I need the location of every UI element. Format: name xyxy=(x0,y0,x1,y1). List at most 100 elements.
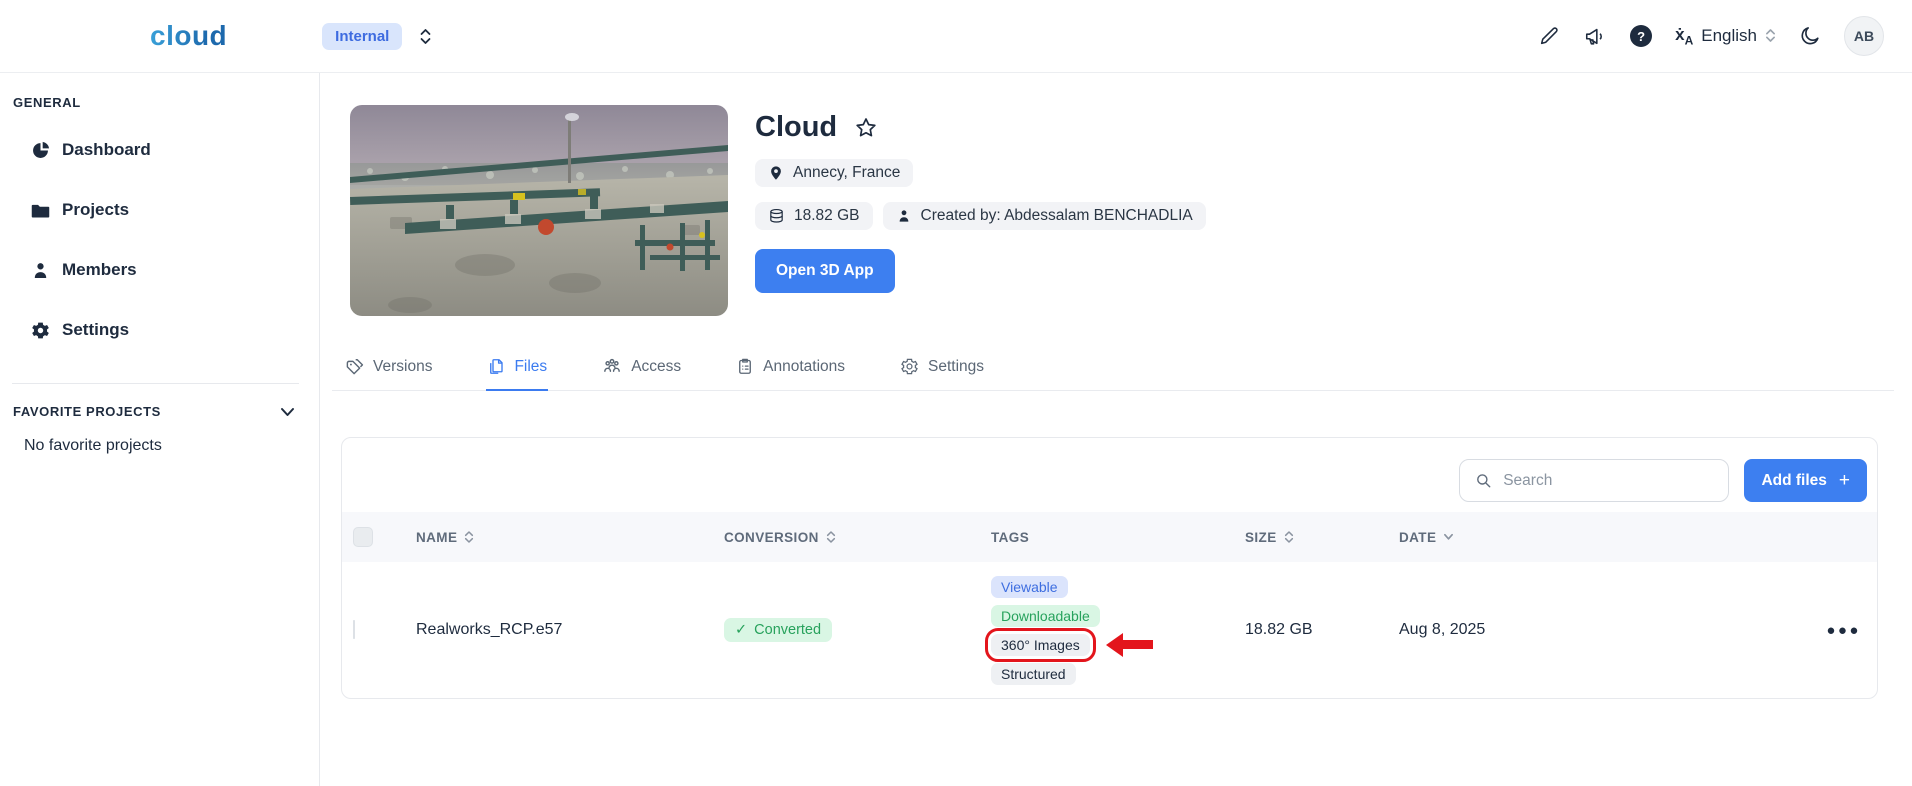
table-row[interactable]: Realworks_RCP.e57 ✓ Converted Viewable D… xyxy=(342,562,1877,698)
person-icon xyxy=(30,260,51,281)
avatar[interactable]: AB xyxy=(1844,16,1884,56)
creator-text: Created by: Abdessalam BENCHADLIA xyxy=(921,207,1193,225)
gear-icon xyxy=(30,320,51,341)
announcements-icon[interactable] xyxy=(1583,25,1607,47)
sidebar-section-general: GENERAL xyxy=(0,95,319,110)
creator-chip: Created by: Abdessalam BENCHADLIA xyxy=(883,202,1206,230)
column-header-size[interactable]: SIZE xyxy=(1233,530,1387,545)
tab-label: Settings xyxy=(928,358,984,376)
file-date: Aug 8, 2025 xyxy=(1387,621,1787,639)
check-icon: ✓ xyxy=(735,622,747,638)
sidebar-section-favorites[interactable]: FAVORITE PROJECTS xyxy=(0,404,319,419)
plus-icon: + xyxy=(1839,470,1850,492)
column-label: DATE xyxy=(1399,530,1436,545)
sidebar-item-settings[interactable]: Settings xyxy=(0,300,319,360)
tab-files[interactable]: Files xyxy=(486,344,548,391)
tab-access[interactable]: Access xyxy=(601,344,682,391)
location-text: Annecy, France xyxy=(793,164,900,182)
add-files-button[interactable]: Add files + xyxy=(1744,459,1867,502)
favorites-label: FAVORITE PROJECTS xyxy=(13,404,161,419)
language-label: English xyxy=(1701,26,1757,46)
row-menu-icon[interactable]: ●●● xyxy=(1826,623,1861,638)
sidebar-item-projects[interactable]: Projects xyxy=(0,180,319,240)
tag-structured: Structured xyxy=(991,663,1076,685)
tab-versions[interactable]: Versions xyxy=(344,344,433,391)
sidebar-item-label: Dashboard xyxy=(62,140,151,160)
location-pin-icon xyxy=(768,164,784,182)
size-text: 18.82 GB xyxy=(794,207,860,225)
workspace-switcher-icon[interactable] xyxy=(419,28,432,45)
column-header-date[interactable]: DATE xyxy=(1387,530,1787,545)
app-logo[interactable]: cloud xyxy=(150,20,227,52)
conversion-label: Converted xyxy=(754,622,821,638)
sidebar-item-label: Members xyxy=(62,260,137,280)
gear-icon xyxy=(900,357,919,376)
dashboard-icon xyxy=(30,140,51,161)
search-input[interactable] xyxy=(1503,472,1713,490)
tab-label: Annotations xyxy=(763,358,845,376)
tag-icon xyxy=(345,357,364,376)
file-icon xyxy=(487,357,505,376)
edit-icon[interactable] xyxy=(1538,25,1560,47)
column-label: TAGS xyxy=(991,530,1029,545)
translate-icon: ẋA xyxy=(1675,26,1693,46)
sidebar-item-label: Projects xyxy=(62,200,129,220)
tag-downloadable: Downloadable xyxy=(991,605,1100,627)
dark-mode-icon[interactable] xyxy=(1799,25,1821,47)
column-header-conversion[interactable]: CONVERSION xyxy=(712,530,979,545)
users-icon xyxy=(602,357,622,376)
sidebar-divider xyxy=(12,383,299,384)
chevron-down-icon xyxy=(280,407,295,417)
add-files-label: Add files xyxy=(1761,472,1826,490)
tab-label: Access xyxy=(631,358,681,376)
column-header-tags[interactable]: TAGS xyxy=(979,530,1233,545)
sort-icon xyxy=(1284,530,1294,544)
column-label: CONVERSION xyxy=(724,530,819,545)
tag-360-images: 360° Images xyxy=(991,634,1090,656)
tab-annotations[interactable]: Annotations xyxy=(735,344,846,391)
tab-label: Files xyxy=(514,358,547,376)
size-chip: 18.82 GB xyxy=(755,202,873,230)
sort-icon xyxy=(464,530,474,544)
column-label: SIZE xyxy=(1245,530,1277,545)
tag-viewable: Viewable xyxy=(991,576,1068,598)
sort-desc-icon xyxy=(1443,533,1454,541)
folder-icon xyxy=(30,200,51,221)
tab-label: Versions xyxy=(373,358,432,376)
language-selector[interactable]: ẋA English xyxy=(1675,26,1776,46)
content: Cloud Annecy, France 18.82 GB xyxy=(320,73,1912,786)
table-header: NAME CONVERSION TAGS SIZE DATE xyxy=(342,512,1877,562)
tab-settings[interactable]: Settings xyxy=(899,344,985,391)
sort-icon xyxy=(826,530,836,544)
row-checkbox[interactable] xyxy=(353,620,355,639)
conversion-status-badge: ✓ Converted xyxy=(724,618,832,642)
sidebar-item-dashboard[interactable]: Dashboard xyxy=(0,120,319,180)
file-name: Realworks_RCP.e57 xyxy=(404,621,712,639)
annotation-arrow xyxy=(1106,633,1153,657)
chevron-updown-icon xyxy=(1765,28,1776,43)
column-label: NAME xyxy=(416,530,457,545)
favorites-empty-text: No favorite projects xyxy=(24,437,319,455)
database-icon xyxy=(768,208,785,225)
person-icon xyxy=(896,208,912,224)
project-thumbnail xyxy=(350,105,728,316)
workspace-badge[interactable]: Internal xyxy=(322,23,402,50)
topbar: cloud Internal ? ẋA English AB xyxy=(0,0,1912,73)
open-3d-app-button[interactable]: Open 3D App xyxy=(755,249,895,293)
search-box[interactable] xyxy=(1459,459,1729,502)
project-title: Cloud xyxy=(755,111,837,144)
favorite-star-icon[interactable] xyxy=(854,116,878,140)
project-tabs: Versions Files Access Annotations Settin… xyxy=(332,344,1894,391)
file-size: 18.82 GB xyxy=(1233,621,1387,639)
select-all-checkbox[interactable] xyxy=(353,527,373,547)
clipboard-icon xyxy=(736,357,754,376)
search-icon xyxy=(1475,471,1492,490)
sidebar: GENERAL Dashboard Projects Members Setti… xyxy=(0,73,320,786)
topbar-actions: ? ẋA English AB xyxy=(1538,16,1884,56)
column-header-name[interactable]: NAME xyxy=(404,530,712,545)
location-chip: Annecy, France xyxy=(755,159,913,187)
help-icon[interactable]: ? xyxy=(1630,25,1652,47)
sidebar-item-label: Settings xyxy=(62,320,129,340)
files-card: Add files + NAME CONVERSION TAGS xyxy=(341,437,1878,699)
sidebar-item-members[interactable]: Members xyxy=(0,240,319,300)
